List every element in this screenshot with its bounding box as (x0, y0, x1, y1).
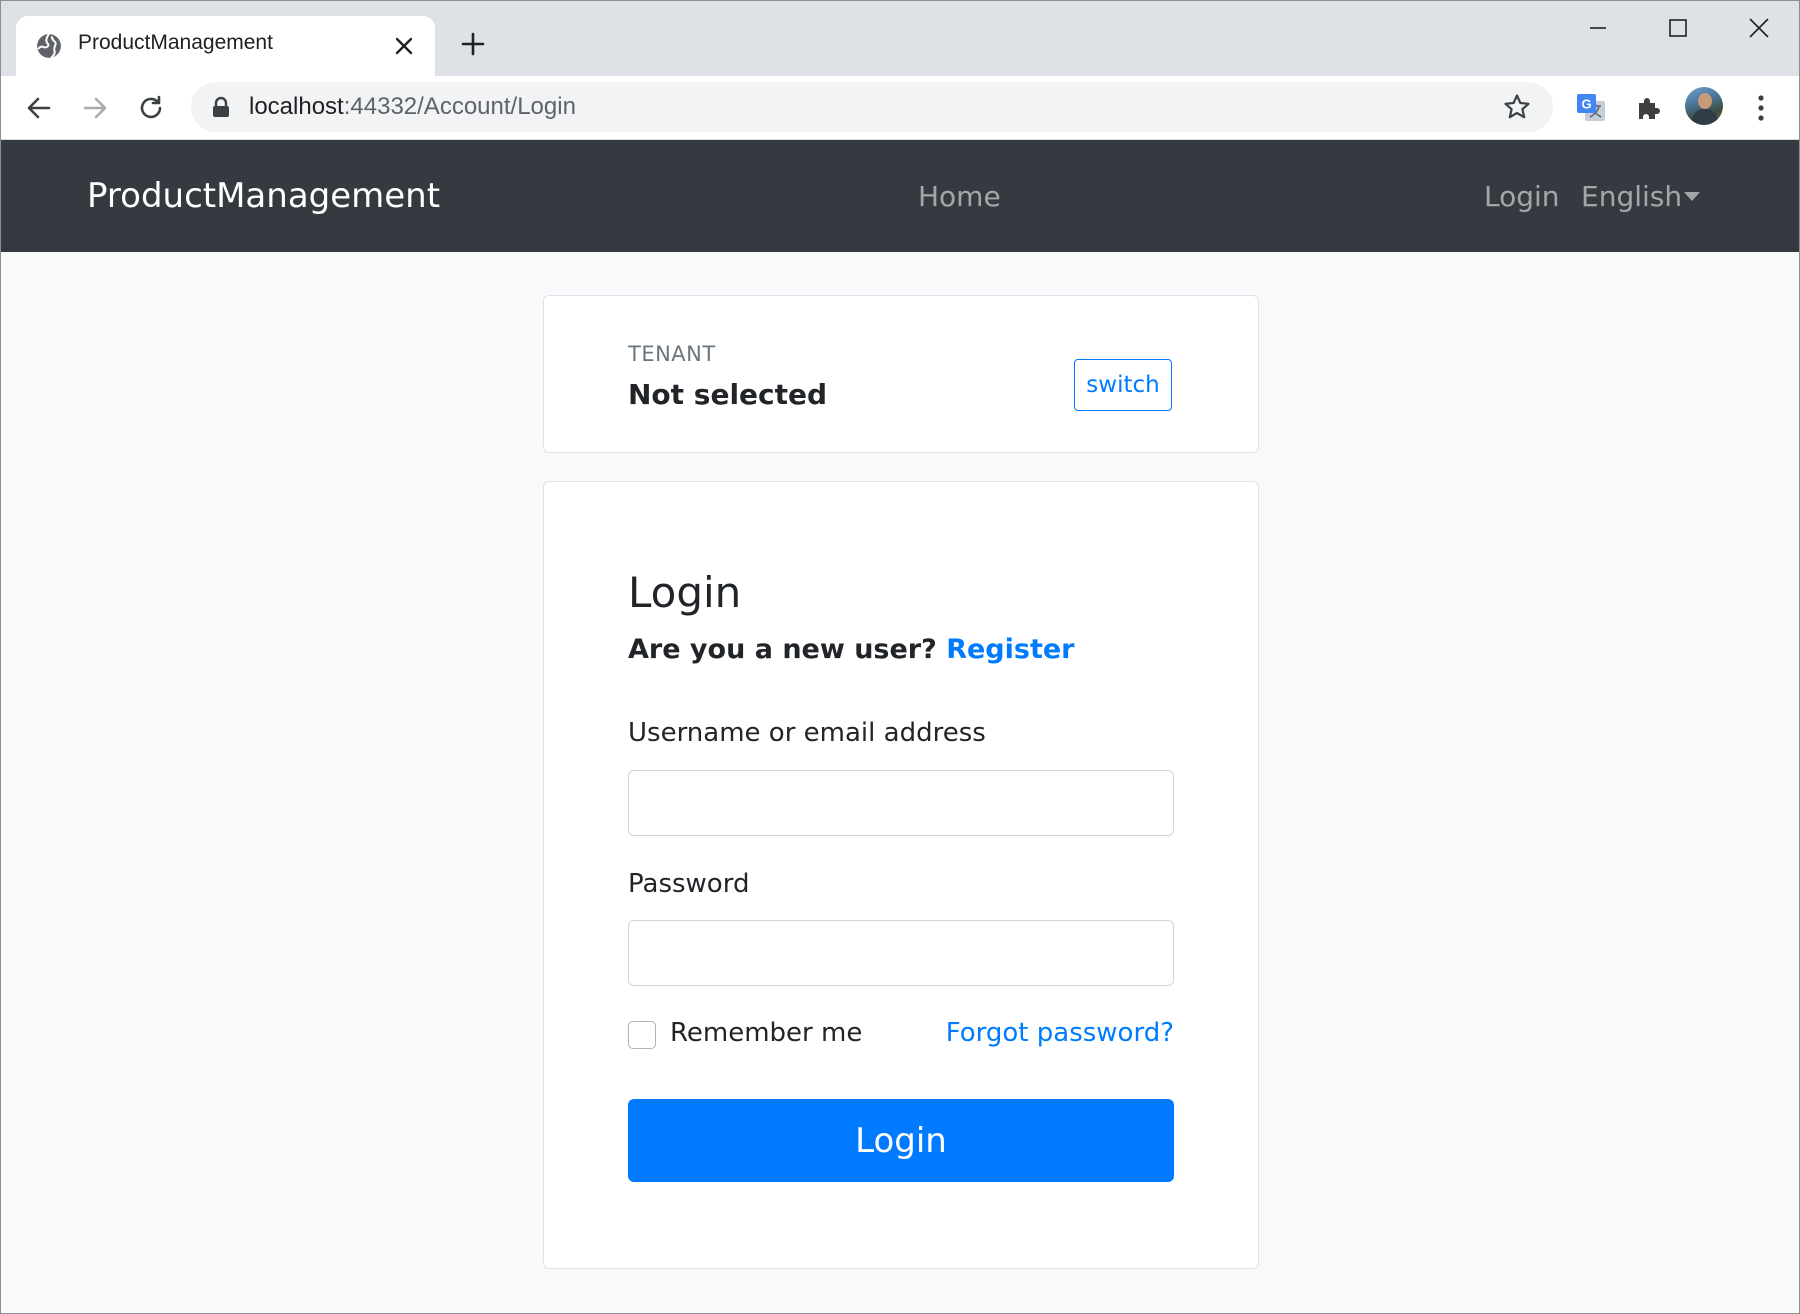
login-submit-button[interactable]: Login (628, 1099, 1174, 1182)
password-label: Password (628, 869, 750, 899)
site-navbar: ProductManagement Home Login English (0, 140, 1800, 252)
plus-icon (461, 32, 485, 56)
puzzle-icon (1639, 98, 1660, 119)
username-input[interactable] (628, 770, 1174, 836)
forward-button[interactable] (75, 88, 115, 128)
translate-extension-button[interactable]: G (1571, 88, 1611, 128)
arrow-left-icon (27, 97, 51, 119)
tenant-label: TENANT (628, 342, 716, 366)
url-path: :44332/Account/Login (343, 93, 576, 120)
brand-link[interactable]: ProductManagement (87, 176, 440, 216)
arrow-right-icon (83, 97, 107, 119)
window-close-button[interactable] (1729, 8, 1789, 48)
browser-tab[interactable]: ProductManagement (16, 16, 435, 76)
reload-button[interactable] (131, 88, 171, 128)
password-input[interactable] (628, 920, 1174, 986)
reload-icon (140, 95, 162, 119)
avatar-face (1698, 93, 1712, 109)
maximize-icon (1669, 19, 1687, 37)
tenant-card: TENANT Not selected switch (543, 295, 1259, 453)
nav-login-link[interactable]: Login (1484, 180, 1560, 213)
close-icon (1749, 18, 1769, 38)
browser-toolbar: localhost:44332/Account/Login G (0, 76, 1800, 140)
tab-title: ProductManagement (78, 31, 273, 54)
avatar-body (1692, 109, 1718, 125)
new-tab-button[interactable] (456, 27, 490, 61)
new-user-text: Are you a new user? (628, 634, 937, 665)
tenant-value: Not selected (628, 378, 828, 411)
profile-avatar[interactable] (1685, 87, 1723, 125)
chevron-down-icon (1684, 192, 1700, 201)
forgot-password-link[interactable]: Forgot password? (946, 1018, 1174, 1048)
address-bar[interactable]: localhost:44332/Account/Login (191, 82, 1553, 132)
register-link[interactable]: Register (946, 634, 1074, 665)
language-dropdown[interactable]: English (1581, 180, 1682, 213)
nav-home-link[interactable]: Home (918, 180, 1001, 213)
login-card: Login Are you a new user? Register Usern… (543, 481, 1259, 1269)
more-vertical-icon (1758, 95, 1764, 121)
login-title: Login (628, 568, 742, 617)
url-text: localhost:44332/Account/Login (249, 93, 576, 121)
tab-close-button[interactable] (389, 31, 419, 61)
browser-menu-button[interactable] (1741, 88, 1781, 128)
lock-icon (213, 96, 229, 117)
remember-me-checkbox[interactable] (628, 1021, 656, 1049)
new-user-prompt: Are you a new user? Register (628, 634, 1074, 665)
minimize-icon (1590, 27, 1606, 29)
remember-me-label[interactable]: Remember me (670, 1018, 862, 1048)
browser-tabstrip: ProductManagement (0, 0, 1800, 76)
switch-tenant-button[interactable]: switch (1074, 359, 1172, 411)
minimize-button[interactable] (1568, 8, 1628, 48)
back-button[interactable] (19, 88, 59, 128)
star-icon[interactable] (1503, 93, 1531, 121)
globe-icon (37, 33, 61, 59)
svg-text:G: G (1581, 97, 1591, 112)
extensions-button[interactable] (1629, 88, 1669, 128)
google-translate-icon: G (1577, 94, 1605, 121)
url-host: localhost (249, 93, 344, 120)
close-icon (395, 37, 413, 55)
username-label: Username or email address (628, 718, 986, 748)
maximize-button[interactable] (1648, 8, 1708, 48)
